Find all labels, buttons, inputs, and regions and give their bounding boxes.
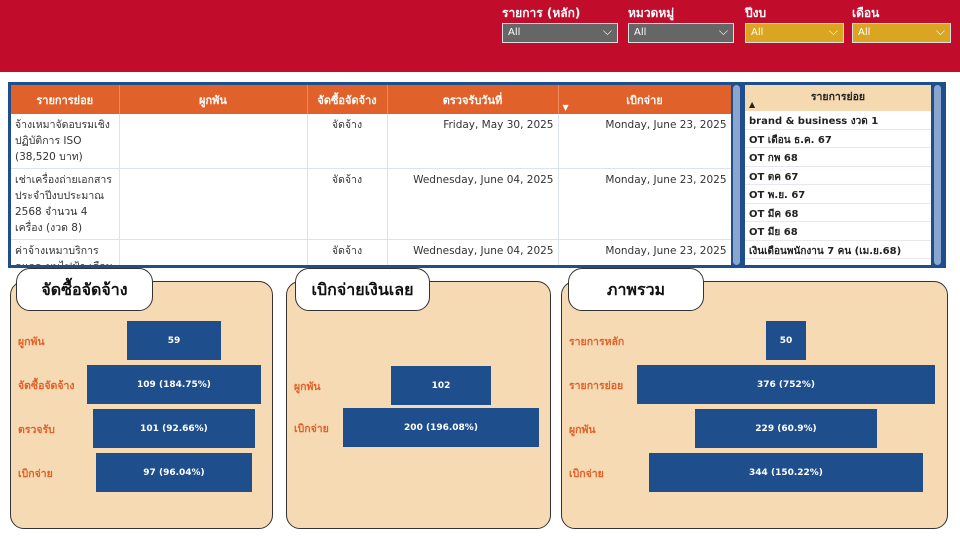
funnel-category-label: จัดซื้อจัดจ้าง — [18, 380, 75, 392]
slicer-item[interactable]: เงินเดือนพนักงาน 7 คน (เม.ย.68) — [745, 241, 931, 259]
filter-value: All — [634, 27, 647, 38]
funnel-bar[interactable]: 102 — [391, 366, 491, 405]
funnel-data-label: 109 (184.75%) — [137, 379, 211, 390]
table-scrollbar[interactable] — [733, 85, 740, 265]
filter-2: ปีงบ All ⌵ — [745, 4, 844, 43]
table-cell — [119, 168, 308, 240]
filter-label: ปีงบ — [745, 6, 767, 20]
funnel-data-label: 376 (752%) — [757, 379, 815, 390]
column-header[interactable]: เบิกจ่าย ▼ — [558, 85, 731, 114]
table-cell: จ้างเหมาจัดอบรมเชิงปฏิบัติการ ISO (38,52… — [11, 114, 120, 169]
filter-dropdown[interactable]: All ⌵ — [502, 23, 618, 43]
filter-dropdown[interactable]: All ⌵ — [628, 23, 734, 43]
funnel-bar[interactable]: 229 (60.9%) — [694, 409, 878, 448]
column-header[interactable]: ตรวจรับวันที่ — [387, 85, 559, 114]
slicer-item[interactable]: brand & business งวด 1 — [745, 111, 931, 130]
column-header[interactable]: จัดซื้อจัดจ้าง — [307, 85, 388, 114]
chevron-down-icon: ⌵ — [935, 24, 945, 38]
funnel-category-label: ผูกพัน — [569, 424, 596, 436]
filter-dropdown[interactable]: All ⌵ — [852, 23, 951, 43]
filter-label: หมวดหมู่ — [628, 6, 675, 20]
chevron-down-icon: ⌵ — [718, 24, 728, 38]
funnel-bar[interactable]: 376 (752%) — [636, 365, 936, 404]
funnel-category-label: เบิกจ่าย — [569, 468, 604, 480]
table-cell: เช่าเครื่องถ่ายเอกสารประจำปีงบประมาณ 256… — [11, 168, 120, 240]
chevron-down-icon: ⌵ — [602, 24, 612, 38]
funnel-category-label: เบิกจ่าย — [294, 423, 329, 435]
table-cell: Monday, June 23, 2025 — [558, 168, 731, 240]
filter-value: All — [508, 27, 521, 38]
slicer-item[interactable]: OT พ.ย. 67 — [745, 185, 931, 204]
table-cell: จัดจ้าง — [307, 168, 388, 240]
table-row[interactable]: จ้างเหมาจัดอบรมเชิงปฏิบัติการ ISO (38,52… — [11, 114, 731, 169]
column-header[interactable]: ผูกพัน — [119, 85, 308, 114]
detail-table: รายการย่อย ผูกพัน จัดซื้อจัดจ้าง ตรวจรับวัน… — [8, 82, 742, 268]
table-cell — [119, 114, 308, 169]
funnel-data-label: 101 (92.66%) — [140, 423, 208, 434]
table-cell: Wednesday, June 04, 2025 — [387, 239, 559, 265]
table-row[interactable]: ค่าจ้างเหมาบริการดูแลระบบไฟฟ้า เดือน พ.ค… — [11, 239, 731, 265]
funnel-data-label: 59 — [167, 335, 181, 346]
funnel-bar[interactable]: 50 — [766, 321, 806, 360]
table-cell: Wednesday, June 04, 2025 — [387, 168, 559, 240]
funnel-bar[interactable]: 101 (92.66%) — [93, 409, 255, 448]
column-header[interactable]: รายการย่อย — [11, 85, 120, 114]
funnel-category-label: ผูกพัน — [18, 336, 45, 348]
funnel-bar[interactable]: 200 (196.08%) — [343, 408, 539, 447]
funnel-data-label: 97 (96.04%) — [143, 467, 205, 478]
table-cell: จัดจ้าง — [307, 114, 388, 169]
funnel-data-label: 200 (196.08%) — [404, 422, 478, 433]
table-cell: จัดจ้าง — [307, 239, 388, 265]
funnel-data-label: 344 (150.22%) — [749, 467, 823, 478]
table-row[interactable]: เช่าเครื่องถ่ายเอกสารประจำปีงบประมาณ 256… — [11, 168, 731, 240]
sort-desc-icon: ▼ — [562, 103, 569, 112]
funnel-category-label: เบิกจ่าย — [18, 468, 53, 480]
table-cell — [119, 239, 308, 265]
funnel-category-label: รายการหลัก — [569, 336, 625, 348]
filter-label: รายการ (หลัก) — [502, 6, 581, 20]
funnel-title: เบิกจ่ายเงินเลย — [295, 268, 430, 311]
filter-value: All — [858, 27, 871, 38]
funnel-data-label: 102 — [431, 380, 451, 391]
funnel-category-label: รายการย่อย — [569, 380, 624, 392]
funnel-panel — [286, 281, 551, 529]
funnel-bar[interactable]: 344 (150.22%) — [649, 453, 923, 492]
chevron-down-icon: ⌵ — [828, 24, 838, 38]
filter-1: หมวดหมู่ All ⌵ — [628, 4, 734, 43]
column-label: รายการย่อย — [36, 93, 94, 107]
filter-dropdown[interactable]: All ⌵ — [745, 23, 844, 43]
column-label: ตรวจรับวันที่ — [442, 93, 503, 107]
table-cell: Monday, June 23, 2025 — [558, 114, 731, 169]
subitem-slicer: รายการย่อย ▲ brand & business งวด 1 OT เดื… — [742, 82, 946, 268]
sort-asc-icon[interactable]: ▲ — [749, 100, 755, 109]
table-cell: Friday, May 30, 2025 — [387, 114, 559, 169]
funnel-data-label: 50 — [779, 335, 793, 346]
funnel-title: ภาพรวม — [568, 268, 704, 311]
filter-0: รายการ (หลัก) All ⌵ — [502, 4, 618, 43]
slicer-scrollbar[interactable] — [934, 85, 941, 265]
table-cell: Monday, June 23, 2025 — [558, 239, 731, 265]
funnel-category-label: ผูกพัน — [294, 381, 321, 393]
funnel-data-label: 229 (60.9%) — [755, 423, 817, 434]
slicer-item[interactable]: OT ตค 67 — [745, 167, 931, 185]
slicer-item[interactable]: OT เดือน ธ.ค. 67 — [745, 130, 931, 148]
filter-label: เดือน — [852, 6, 880, 20]
filter-3: เดือน All ⌵ — [852, 4, 951, 43]
column-label: ผูกพัน — [199, 93, 227, 107]
slicer-item[interactable]: OT มีค 68 — [745, 204, 931, 222]
slicer-item[interactable]: OT มีย 68 — [745, 222, 931, 241]
funnel-bar[interactable]: 59 — [126, 321, 222, 360]
slicer-item[interactable]: OT กพ 68 — [745, 148, 931, 167]
column-label: จัดซื้อจัดจ้าง — [317, 93, 377, 107]
table-cell: ค่าจ้างเหมาบริการดูแลระบบไฟฟ้า เดือน พ.ค… — [11, 239, 120, 265]
slicer-header[interactable]: รายการย่อย — [811, 91, 865, 103]
funnel-bar[interactable]: 109 (184.75%) — [86, 365, 262, 404]
funnel-bar[interactable]: 97 (96.04%) — [96, 453, 252, 492]
funnel-title: จัดซื้อจัดจ้าง — [16, 268, 153, 311]
filter-value: All — [751, 27, 764, 38]
column-label: เบิกจ่าย — [626, 93, 663, 107]
funnel-category-label: ตรวจรับ — [18, 424, 55, 436]
